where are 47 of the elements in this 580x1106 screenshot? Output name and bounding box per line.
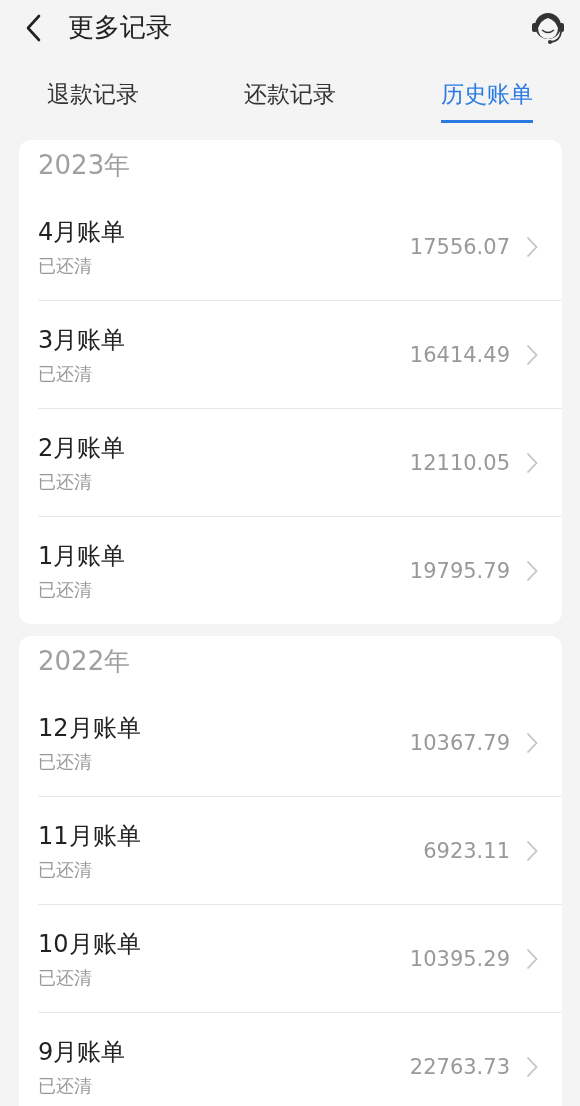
bill-amount: 6923.11 — [423, 838, 510, 863]
bill-title: 2月账单 — [38, 432, 127, 464]
bill-row[interactable]: 1月账单 已还清 19795.79 — [38, 517, 562, 624]
chevron-right-icon — [526, 947, 538, 970]
bill-row[interactable]: 3月账单 已还清 16414.49 — [38, 301, 562, 409]
bill-status: 已还清 — [38, 857, 93, 882]
bill-status: 已还清 — [38, 469, 93, 494]
page-title: 更多记录 — [68, 11, 173, 44]
bill-amount: 19795.79 — [409, 558, 510, 583]
bill-row[interactable]: 12月账单 已还清 10367.79 — [38, 689, 562, 797]
back-icon[interactable] — [25, 13, 41, 42]
tab[interactable]: 还款记录 — [244, 55, 336, 123]
bill-amount: 12110.05 — [409, 450, 510, 475]
bill-status: 已还清 — [38, 1073, 93, 1098]
bill-status: 已还清 — [38, 965, 93, 990]
bill-title: 1月账单 — [38, 540, 127, 572]
bill-amount: 17556.07 — [409, 234, 510, 259]
bill-amount: 22763.73 — [409, 1054, 510, 1079]
bill-status: 已还清 — [38, 253, 93, 278]
bill-amount: 16414.49 — [409, 342, 510, 367]
bill-row[interactable]: 10月账单 已还清 10395.29 — [38, 905, 562, 1013]
chevron-right-icon — [526, 731, 538, 754]
bill-title: 9月账单 — [38, 1036, 127, 1068]
bill-amount: 10367.79 — [409, 730, 510, 755]
bill-title: 11月账单 — [38, 820, 142, 852]
bill-title: 3月账单 — [38, 324, 127, 356]
bill-row[interactable]: 2月账单 已还清 12110.05 — [38, 409, 562, 517]
chevron-right-icon — [526, 235, 538, 258]
chevron-right-icon — [526, 451, 538, 474]
bill-title: 10月账单 — [38, 928, 142, 960]
bill-amount: 10395.29 — [409, 946, 510, 971]
bill-row[interactable]: 9月账单 已还清 22763.73 — [38, 1013, 562, 1106]
chevron-right-icon — [526, 1055, 538, 1078]
bill-status: 已还清 — [38, 361, 93, 386]
bill-status: 已还清 — [38, 749, 93, 774]
bill-row[interactable]: 4月账单 已还清 17556.07 — [38, 193, 562, 301]
year-heading: 2022年 — [38, 645, 132, 678]
bill-title: 4月账单 — [38, 216, 127, 248]
bill-row[interactable]: 11月账单 已还清 6923.11 — [38, 797, 562, 905]
chevron-right-icon — [526, 839, 538, 862]
year-heading: 2023年 — [38, 149, 132, 182]
chevron-right-icon — [526, 559, 538, 582]
tab[interactable]: 历史账单 — [441, 55, 533, 123]
bill-title: 12月账单 — [38, 712, 142, 744]
bill-status: 已还清 — [38, 577, 93, 602]
chevron-right-icon — [526, 343, 538, 366]
tab[interactable]: 退款记录 — [47, 55, 139, 123]
